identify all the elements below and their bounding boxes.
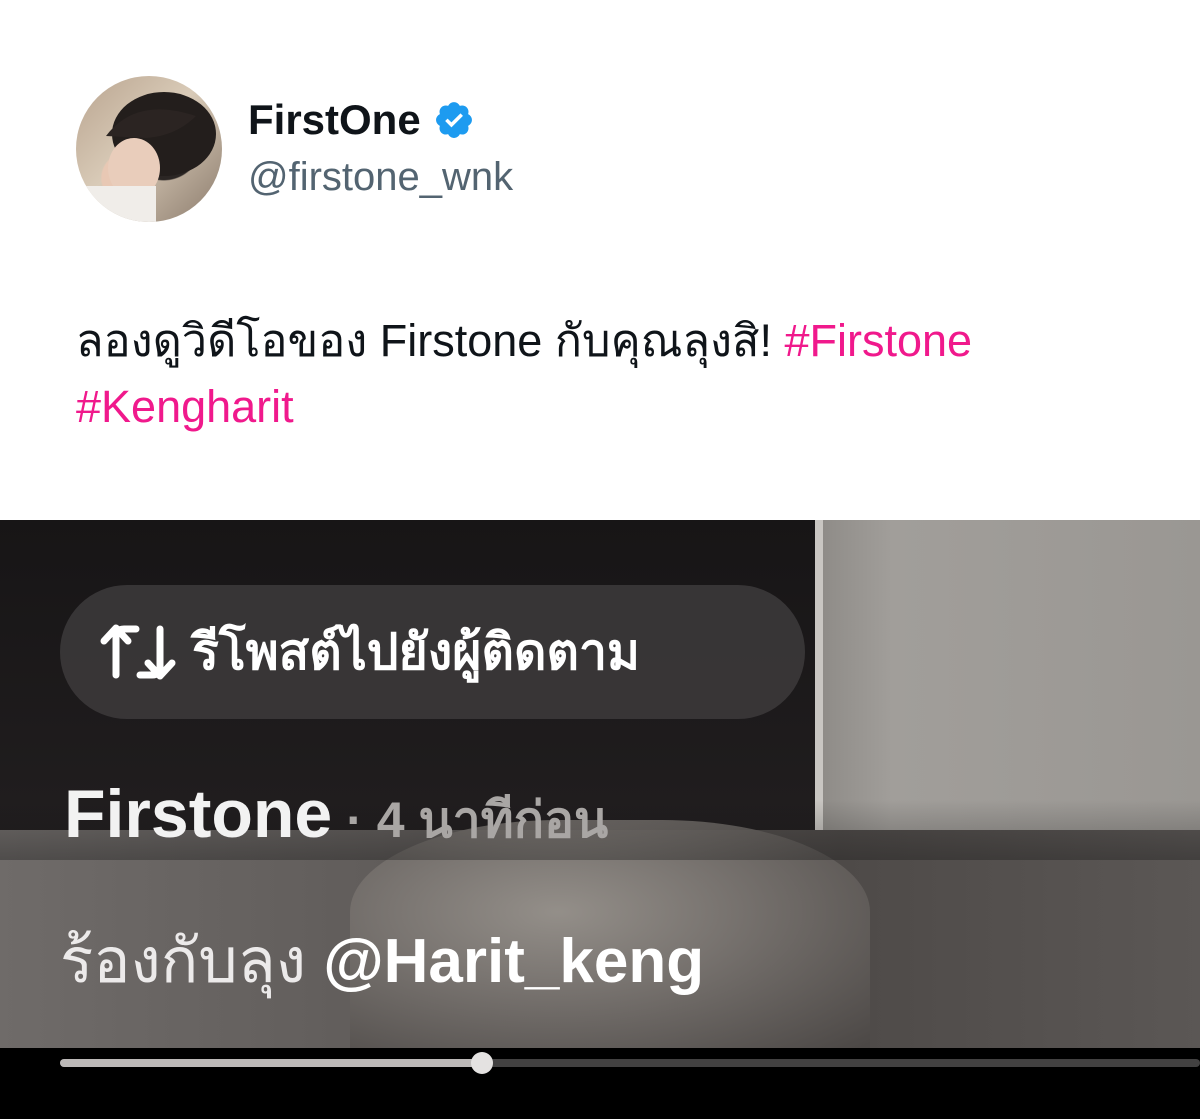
verified-badge-icon [433, 99, 475, 141]
tweet-body: ลองดูวิดีโอของ Firstone กับคุณลุงสิ! [76, 315, 785, 366]
video-timestamp: · 4 นาทีก่อน [346, 792, 609, 848]
hashtag-kengharit[interactable]: #Kengharit [76, 381, 294, 432]
video-progress-fill [60, 1059, 482, 1067]
video-caption: ร้องกับลุง @Harit_keng [60, 912, 704, 1010]
caption-text: ร้องกับลุง [60, 927, 324, 996]
video-progress-handle[interactable] [471, 1052, 493, 1074]
repost-icon [100, 617, 176, 687]
repost-label: รีโพสต์ไปยังผู้ติดตาม [192, 622, 640, 681]
caption-mention[interactable]: @Harit_keng [323, 927, 704, 996]
embedded-video[interactable]: รีโพสต์ไปยังผู้ติดตาม Firstone · 4 นาทีก… [0, 520, 1200, 1119]
video-wall-edge [815, 520, 823, 830]
avatar[interactable] [76, 76, 222, 222]
video-wall [815, 520, 1200, 830]
display-name[interactable]: FirstOne [248, 96, 421, 144]
tweet-card: FirstOne @firstone_wnk ลองดูวิดีโอของ Fi… [0, 0, 1200, 520]
video-author[interactable]: Firstone [64, 775, 332, 853]
video-author-row: Firstone · 4 นาทีก่อน [64, 775, 608, 860]
hashtag-firstone[interactable]: #Firstone [785, 315, 973, 366]
name-row: FirstOne [248, 93, 475, 147]
user-handle[interactable]: @firstone_wnk [248, 155, 513, 200]
tweet-text: ลองดูวิดีโอของ Firstone กับคุณลุงสิ! #Fi… [76, 308, 1176, 440]
repost-to-followers-button[interactable]: รีโพสต์ไปยังผู้ติดตาม [60, 585, 805, 719]
